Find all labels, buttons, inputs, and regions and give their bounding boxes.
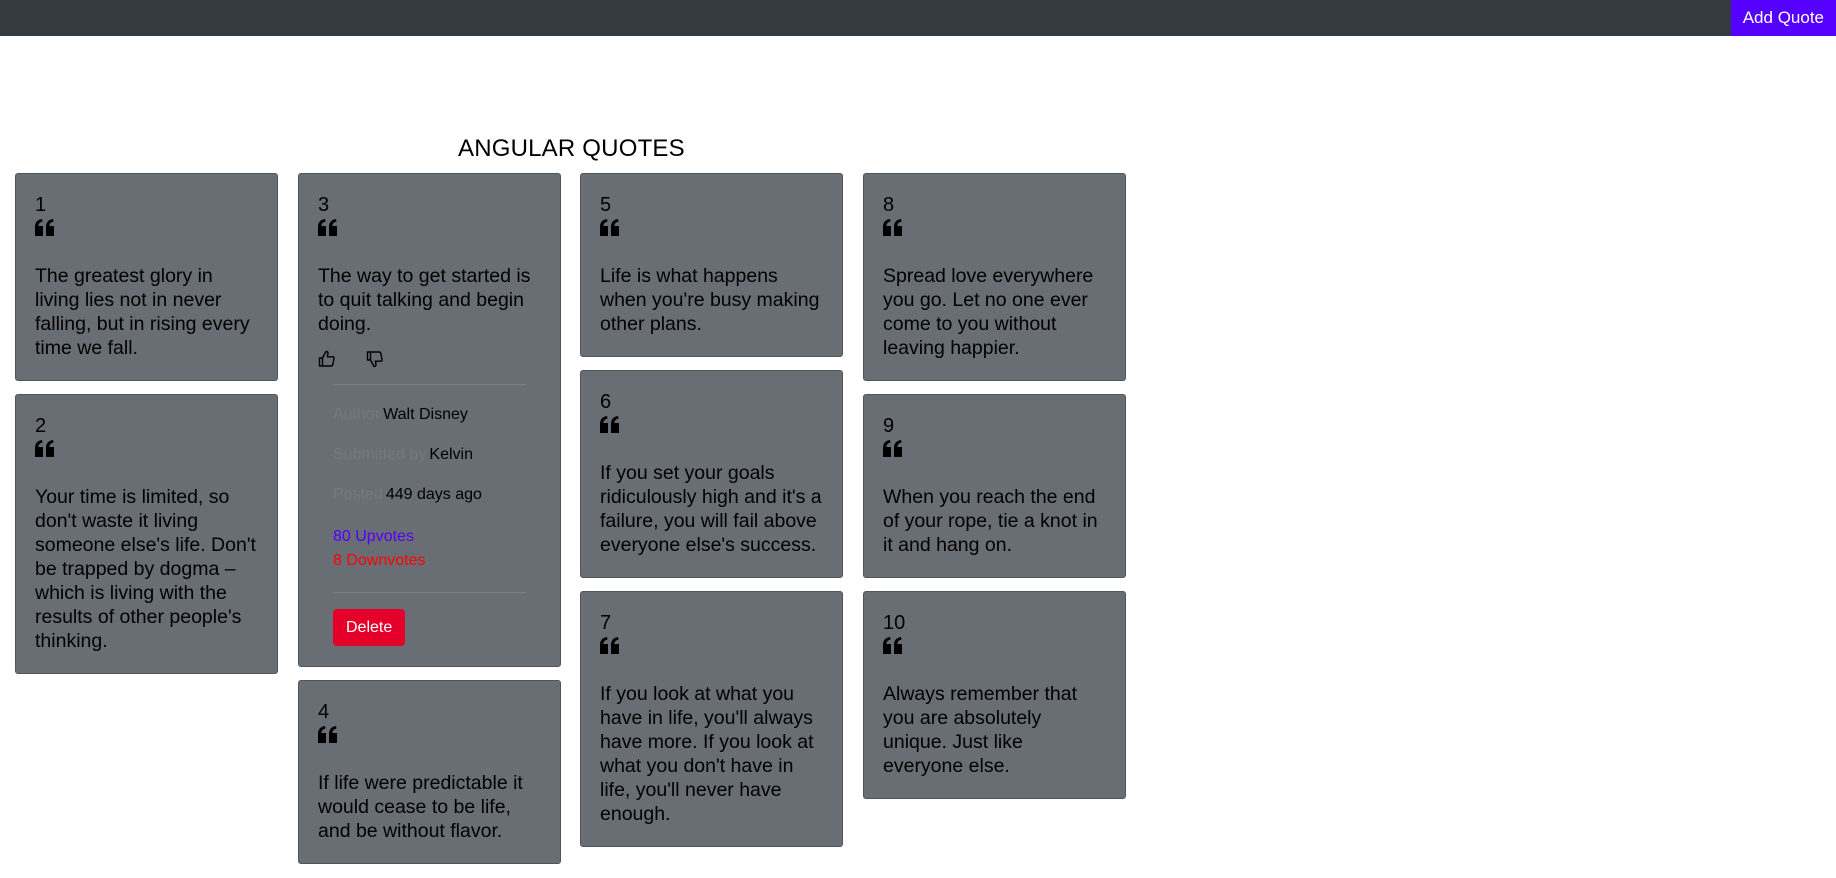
- quote-left-icon: [35, 219, 54, 236]
- quote-card[interactable]: 9 When you reach the end of your rope, t…: [863, 394, 1126, 578]
- quote-card-expanded[interactable]: 3 The way to get started is to quit talk…: [298, 173, 561, 667]
- quote-card[interactable]: 6 If you set your goals ridiculously hig…: [580, 370, 843, 578]
- quote-number: 6: [600, 391, 612, 413]
- quote-card[interactable]: 5 Life is what happens when you're busy …: [580, 173, 843, 357]
- quote-card[interactable]: 10 Always remember that you are absolute…: [863, 591, 1126, 799]
- author-value: Walt Disney: [383, 406, 468, 423]
- quote-number: 1: [35, 194, 47, 216]
- quote-text: The greatest glory in living lies not in…: [35, 265, 250, 359]
- quote-number: 10: [883, 612, 906, 634]
- navbar: Add Quote: [0, 0, 1836, 36]
- add-quote-button[interactable]: Add Quote: [1730, 0, 1836, 36]
- quotes-column-2: 3 The way to get started is to quit talk…: [298, 173, 561, 877]
- quote-text: If you look at what you have in life, yo…: [600, 683, 814, 825]
- quote-card[interactable]: 4 If life were predictable it would ceas…: [298, 680, 561, 864]
- quote-text: If you set your goals ridiculously high …: [600, 462, 822, 556]
- quote-text: Spread love everywhere you go. Let no on…: [883, 265, 1094, 359]
- quote-number: 5: [600, 194, 612, 216]
- quote-number: 8: [883, 194, 895, 216]
- quote-left-icon: [35, 440, 54, 457]
- vote-controls: [318, 348, 541, 370]
- posted-row: Posted 449 days ago: [333, 485, 526, 505]
- quote-number: 3: [318, 194, 330, 216]
- thumbs-up-icon[interactable]: [318, 350, 336, 368]
- quote-text: Always remember that you are absolutely …: [883, 683, 1077, 777]
- quotes-column-1: 1 The greatest glory in living lies not …: [15, 173, 278, 687]
- quotes-column-4: 8 Spread love everywhere you go. Let no …: [863, 173, 1126, 812]
- quote-text: The way to get started is to quit talkin…: [318, 265, 531, 335]
- thumbs-down-icon[interactable]: [366, 350, 384, 368]
- quote-number: 7: [600, 612, 612, 634]
- submitted-label: Submitted by: [333, 446, 427, 463]
- page-title: ANGULAR QUOTES: [458, 135, 685, 162]
- upvote-count: 80 Upvotes: [333, 528, 414, 545]
- quote-card[interactable]: 2 Your time is limited, so don't waste i…: [15, 394, 278, 674]
- quotes-column-3: 5 Life is what happens when you're busy …: [580, 173, 843, 860]
- quote-card[interactable]: 1 The greatest glory in living lies not …: [15, 173, 278, 381]
- quote-left-icon: [318, 726, 337, 743]
- posted-value: 449 days ago: [385, 486, 482, 503]
- quote-left-icon: [883, 219, 902, 236]
- quote-number: 4: [318, 701, 330, 723]
- downvote-count: 8 Downvotes: [333, 552, 426, 569]
- quote-text: Life is what happens when you're busy ma…: [600, 265, 820, 335]
- quote-card[interactable]: 8 Spread love everywhere you go. Let no …: [863, 173, 1126, 381]
- author-row: Author Walt Disney: [333, 405, 526, 425]
- delete-button[interactable]: Delete: [333, 609, 406, 646]
- quote-number: 2: [35, 415, 47, 437]
- quote-text: If life were predictable it would cease …: [318, 772, 523, 842]
- author-label: Author: [333, 406, 381, 423]
- quote-details: Author Walt Disney Submitted by Kelvin Pos…: [333, 384, 526, 593]
- quote-number: 9: [883, 415, 895, 437]
- quote-left-icon: [318, 219, 337, 236]
- quote-left-icon: [883, 637, 902, 654]
- submitted-row: Submitted by Kelvin: [333, 445, 526, 465]
- quote-text: Your time is limited, so don't waste it …: [35, 486, 256, 652]
- quote-text: When you reach the end of your rope, tie…: [883, 486, 1098, 556]
- quote-left-icon: [600, 637, 619, 654]
- posted-label: Posted: [333, 486, 383, 503]
- quote-left-icon: [600, 219, 619, 236]
- quote-card[interactable]: 7 If you look at what you have in life, …: [580, 591, 843, 847]
- submitted-value: Kelvin: [429, 446, 473, 463]
- quote-left-icon: [883, 440, 902, 457]
- quote-left-icon: [600, 416, 619, 433]
